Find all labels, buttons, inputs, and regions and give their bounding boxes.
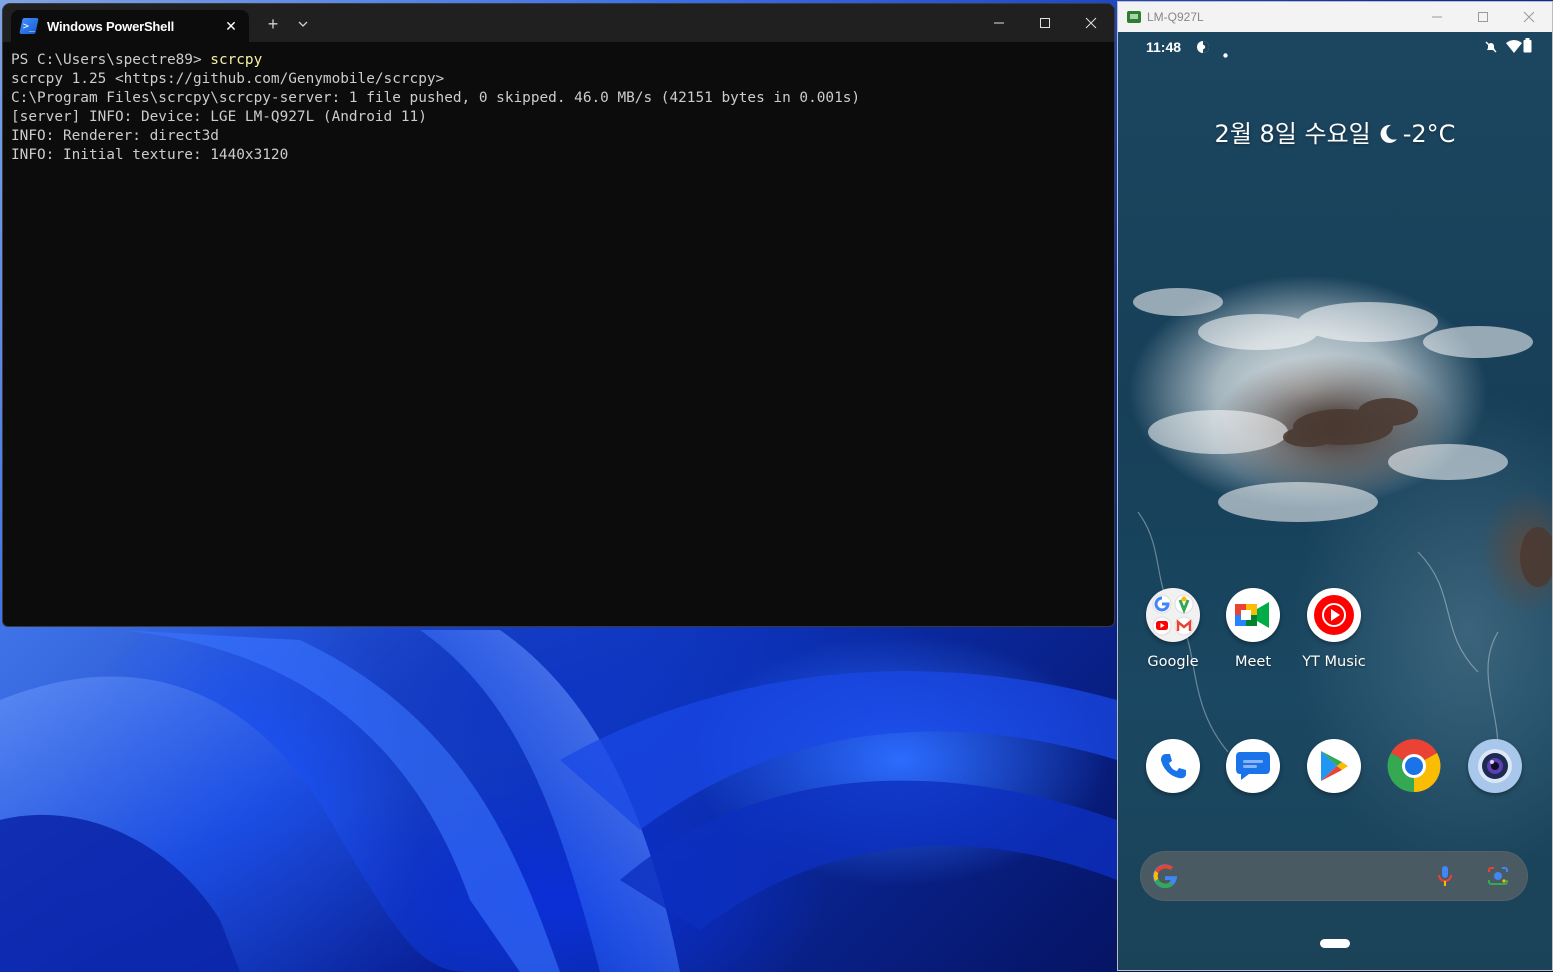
- terminal-line: INFO: Initial texture: 1440x3120: [11, 147, 289, 163]
- google-g-icon: [1153, 864, 1178, 893]
- phone-screen[interactable]: 11:48 2월 8일 수요일 -2°C Google Meet YT Musi…: [1118, 32, 1552, 970]
- notification-dot-icon: [1223, 45, 1228, 63]
- tab-close-icon[interactable]: ✕: [217, 18, 245, 35]
- camera-icon: [1468, 739, 1522, 793]
- new-tab-button[interactable]: +: [261, 14, 285, 35]
- google-folder-icon: [1146, 588, 1200, 642]
- app-label: YT Music: [1302, 654, 1366, 670]
- app-chrome[interactable]: [1374, 739, 1454, 793]
- app-phone[interactable]: [1133, 739, 1213, 793]
- scrcpy-titlebar[interactable]: LM-Q927L: [1118, 2, 1552, 32]
- powershell-window[interactable]: >_ Windows PowerShell ✕ + PS C:\Users\sp…: [2, 3, 1115, 627]
- lens-icon[interactable]: [1487, 866, 1509, 891]
- wallpaper-foam: [1133, 288, 1552, 793]
- app-play-store[interactable]: [1294, 739, 1374, 793]
- terminal-line: scrcpy 1.25 <https://github.com/Genymobi…: [11, 71, 445, 87]
- minimize-button[interactable]: [976, 4, 1022, 42]
- glance-date: 2월 8일 수요일: [1214, 120, 1371, 148]
- terminal-line: C:\Program Files\scrcpy\scrcpy-server: 1…: [11, 90, 861, 106]
- app-camera[interactable]: [1455, 739, 1535, 793]
- battery-icon: [1523, 38, 1532, 58]
- maximize-button[interactable]: [1460, 2, 1506, 32]
- scrcpy-app-icon: [1127, 11, 1141, 23]
- terminal-output[interactable]: PS C:\Users\spectre89> scrcpy scrcpy 1.25…: [3, 42, 1114, 174]
- close-button[interactable]: [1068, 4, 1114, 42]
- messages-icon: [1226, 739, 1280, 793]
- app-messages[interactable]: [1213, 739, 1293, 793]
- scrcpy-window[interactable]: LM-Q927L 11:48 2월 8일 수요일 -2°C Google Mee…: [1117, 1, 1553, 971]
- status-time: 11:48: [1146, 39, 1182, 55]
- phone-icon: [1146, 739, 1200, 793]
- meet-icon: [1226, 588, 1280, 642]
- tab-title: Windows PowerShell: [47, 18, 175, 34]
- close-button[interactable]: [1506, 2, 1552, 32]
- moon-icon: [1377, 123, 1399, 151]
- glance-temperature: -2°C: [1402, 120, 1456, 148]
- home-gesture-handle[interactable]: [1320, 939, 1350, 948]
- terminal-line: PS C:\Users\spectre89> scrcpy: [11, 51, 1106, 70]
- chrome-icon: [1387, 739, 1441, 793]
- maximize-button[interactable]: [1022, 4, 1068, 42]
- mute-icon: [1484, 40, 1498, 59]
- yt-music-icon: [1307, 588, 1361, 642]
- play-store-icon: [1307, 739, 1361, 793]
- minimize-button[interactable]: [1414, 2, 1460, 32]
- status-bar: 11:48: [1118, 32, 1552, 62]
- window-title: LM-Q927L: [1147, 10, 1204, 24]
- prompt-text: PS C:\Users\spectre89>: [11, 52, 211, 68]
- terminal-titlebar[interactable]: >_ Windows PowerShell ✕ +: [3, 4, 1114, 42]
- app-google-folder[interactable]: Google: [1133, 588, 1213, 670]
- at-a-glance-widget[interactable]: 2월 8일 수요일 -2°C: [1118, 114, 1552, 151]
- powershell-icon: >_: [19, 18, 39, 34]
- mic-icon[interactable]: [1438, 865, 1452, 892]
- terminal-line: [server] INFO: Device: LGE LM-Q927L (And…: [11, 109, 427, 125]
- tab-windows-powershell[interactable]: >_ Windows PowerShell ✕: [11, 10, 249, 42]
- data-saver-icon: [1196, 40, 1210, 59]
- app-meet[interactable]: Meet: [1213, 588, 1293, 670]
- terminal-line: INFO: Renderer: direct3d: [11, 128, 219, 144]
- app-label: Google: [1147, 654, 1199, 670]
- wifi-icon: [1506, 40, 1522, 58]
- app-yt-music[interactable]: YT Music: [1294, 588, 1374, 670]
- app-label: Meet: [1234, 654, 1272, 670]
- tab-dropdown-chevron-icon[interactable]: [293, 16, 313, 32]
- google-search-bar[interactable]: [1140, 851, 1528, 901]
- command-text: scrcpy: [210, 52, 263, 68]
